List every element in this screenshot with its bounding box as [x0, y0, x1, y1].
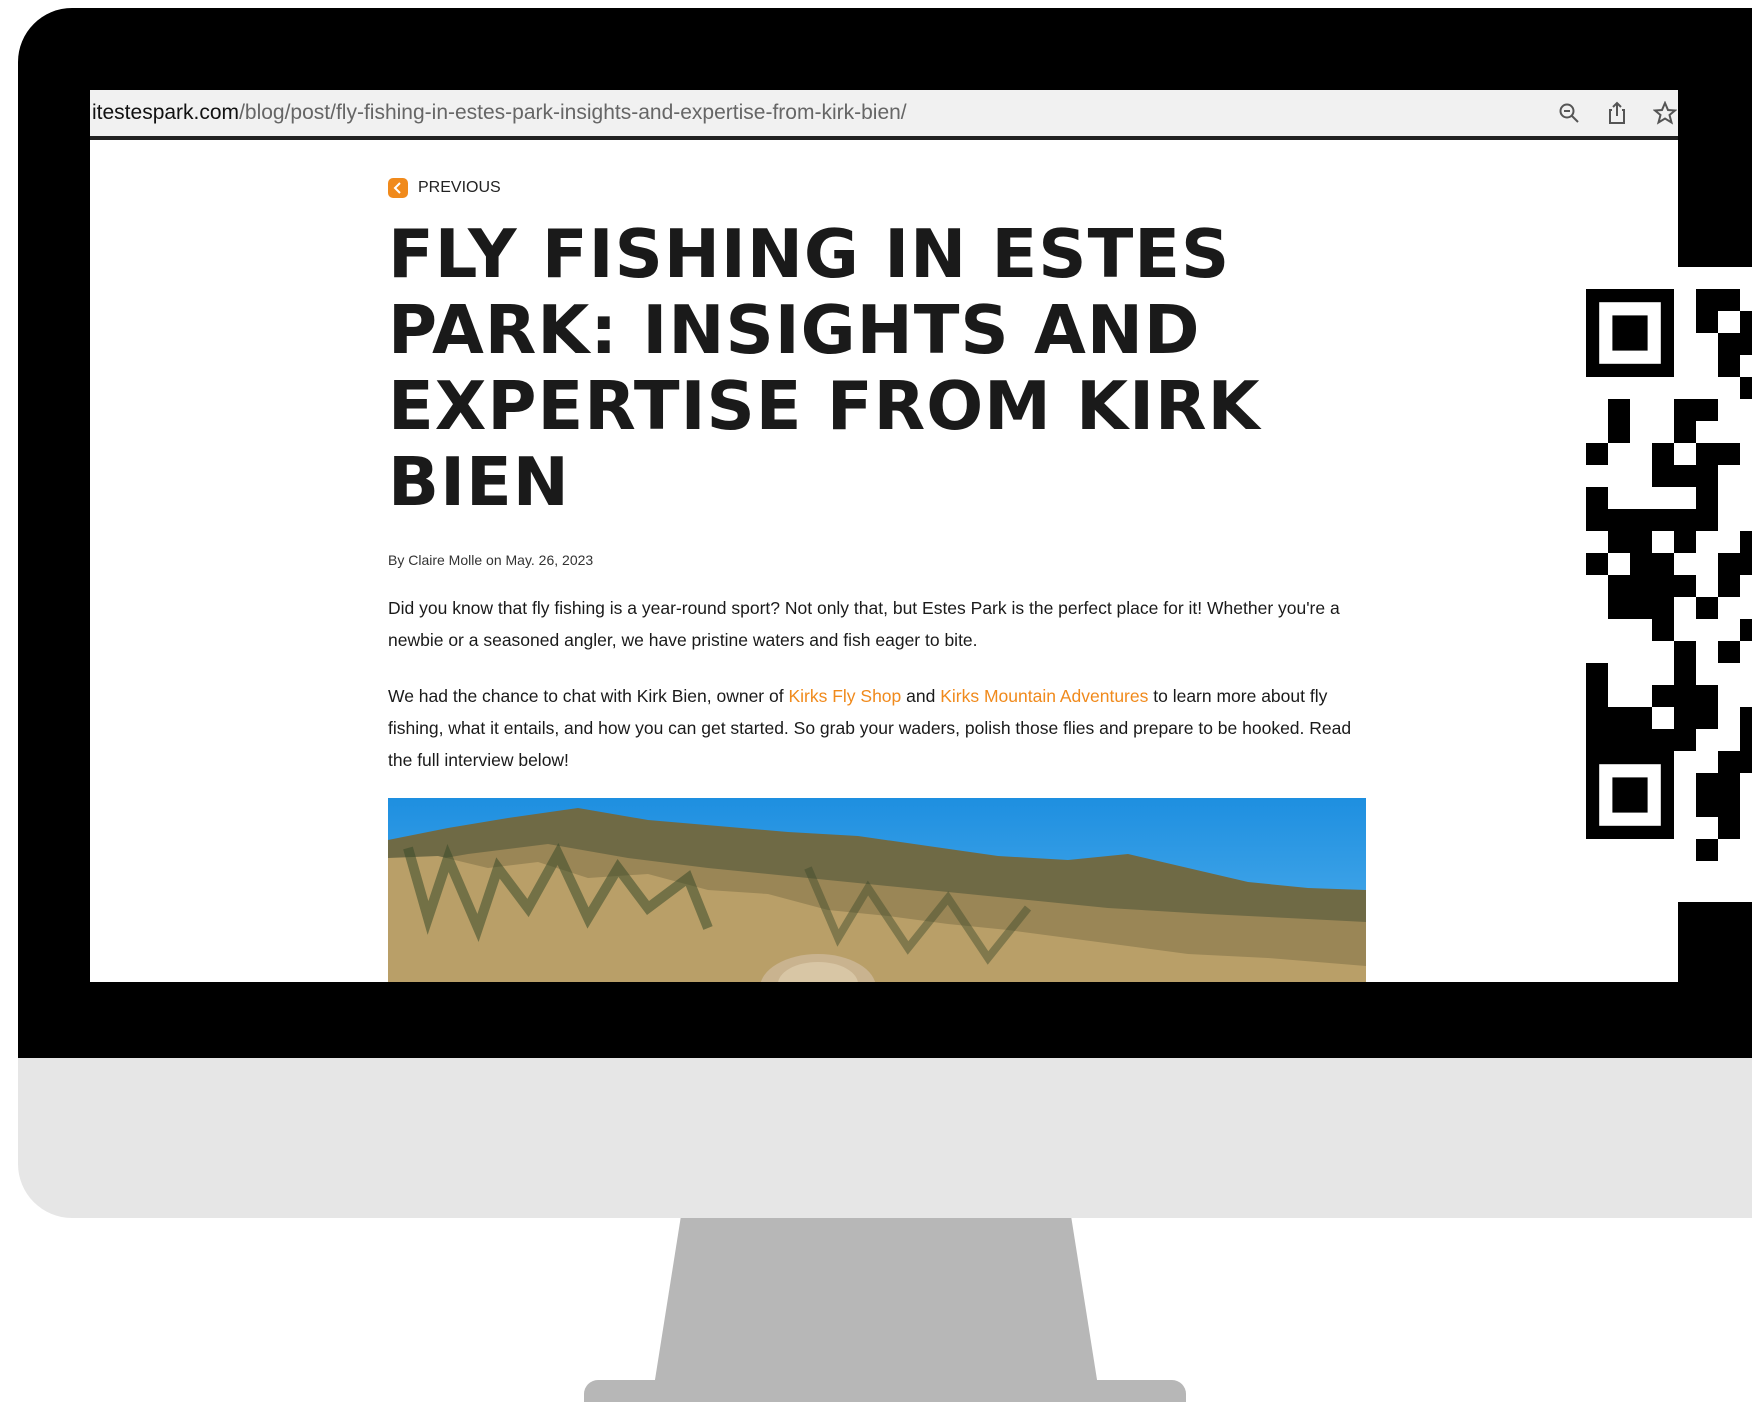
article-paragraph-1: Did you know that fly fishing is a year-…: [388, 598, 1340, 650]
kirks-fly-shop-link[interactable]: Kirks Fly Shop: [788, 686, 901, 706]
monitor-stand-base: [584, 1380, 1186, 1402]
article-paragraph-2: We had the chance to chat with Kirk Bien…: [388, 680, 1368, 776]
monitor-stand: [654, 1218, 1098, 1386]
kirks-mountain-adventures-link[interactable]: Kirks Mountain Adventures: [940, 686, 1148, 706]
url-text[interactable]: itestespark.com/blog/post/fly-fishing-in…: [90, 101, 907, 125]
browser-screen: itestespark.com/blog/post/fly-fishing-in…: [90, 90, 1678, 982]
zoom-icon[interactable]: [1556, 100, 1582, 126]
previous-link[interactable]: PREVIOUS: [388, 178, 1368, 198]
url-domain: itestespark.com: [92, 101, 240, 124]
bookmark-star-icon[interactable]: [1652, 100, 1678, 126]
url-path: /blog/post/fly-fishing-in-estes-park-ins…: [239, 101, 907, 124]
share-icon[interactable]: [1604, 100, 1630, 126]
article-byline: By Claire Molle on May. 26, 2023: [388, 552, 594, 568]
paragraph-text: We had the chance to chat with Kirk Bien…: [388, 686, 789, 706]
hero-image: [388, 798, 1366, 982]
qr-code[interactable]: [1586, 289, 1752, 881]
address-bar[interactable]: itestespark.com/blog/post/fly-fishing-in…: [90, 90, 1678, 140]
chevron-left-icon: [388, 178, 408, 198]
paragraph-text: and: [901, 686, 941, 706]
previous-label: PREVIOUS: [418, 179, 501, 196]
article-title: FLY FISHING IN ESTES PARK: INSIGHTS AND …: [388, 215, 1261, 521]
address-bar-icons: [1556, 100, 1678, 126]
article: PREVIOUS FLY FISHING IN ESTES PARK: INSI…: [388, 178, 1368, 982]
